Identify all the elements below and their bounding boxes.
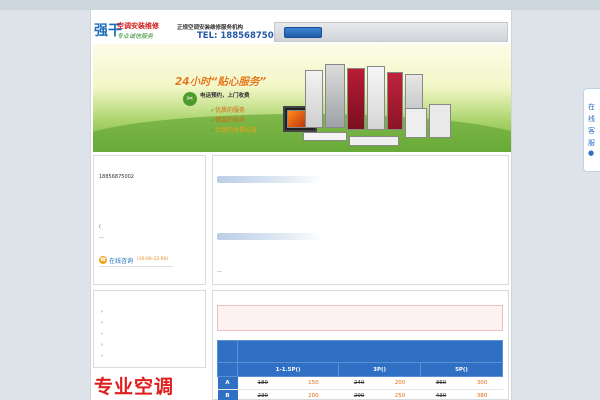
logo-line2: 专业诚信服务 <box>117 33 154 40</box>
service-list-box: › › › › › <box>93 290 206 368</box>
table-corner <box>217 340 238 363</box>
new-price: 250 <box>379 389 421 400</box>
ac-unit-image <box>325 64 345 128</box>
new-price: 300 <box>461 376 503 390</box>
header-phone: TEL: 18856875002 <box>197 31 286 41</box>
ac-unit-image <box>347 68 365 130</box>
old-price: 360 <box>420 376 462 390</box>
promo-text: 专业空调 <box>94 376 175 398</box>
ac-unit-image <box>305 70 323 128</box>
table-header: 1-1.5P() <box>236 362 340 377</box>
new-price: 150 <box>288 376 339 390</box>
split-ac-image <box>303 132 347 141</box>
contact-note: ( <box>99 224 101 230</box>
washer-image <box>405 108 427 138</box>
logo-line1: 空调安装维修 <box>117 22 159 30</box>
ac-unit-image <box>367 66 385 130</box>
online-service-label: 在线客服 <box>588 103 595 147</box>
old-price: 230 <box>237 389 289 400</box>
split-ac-image <box>349 136 399 146</box>
nav-bar <box>274 22 508 42</box>
header-slogan: 正规空调安装维修服务机构 <box>177 25 244 31</box>
old-price: 430 <box>420 389 462 400</box>
chat-icon: ● <box>588 149 595 157</box>
news-ellipsis: ... <box>217 268 222 274</box>
table-row: A 180 150 240 200 360 300 <box>217 376 503 390</box>
price-table: 1-1.5P() 3P() 5P() A 180 150 240 200 360… <box>217 340 503 400</box>
price-box: 1-1.5P() 3P() 5P() A 180 150 240 200 360… <box>212 290 509 400</box>
list-item[interactable]: › <box>101 331 103 342</box>
online-service-tab[interactable]: 在线客服 ● <box>583 88 600 172</box>
news-box: ... <box>212 155 509 285</box>
banner-title: 24小时“贴心服务” <box>175 76 267 88</box>
table-top-header <box>237 340 503 363</box>
online-consult-link[interactable]: ☎ 在线咨询 (10:00-22:00) <box>99 255 173 267</box>
notice-box <box>217 305 503 331</box>
row-key: B <box>217 389 238 400</box>
news-heading-bar[interactable] <box>217 176 323 183</box>
banner-subtitle: 电话预约，上门收费 <box>200 93 250 99</box>
ac-unit-image <box>387 72 403 130</box>
hero-banner: 24小时“贴心服务” ✂ 电话预约，上门收费 优质的服务 精湛的技术 合理的收费… <box>93 44 511 152</box>
headset-icon: ☎ <box>99 256 107 264</box>
new-price: 380 <box>461 389 503 400</box>
table-row: B 230 200 290 250 430 380 <box>217 389 503 400</box>
banner-feature: 精湛的技术 <box>210 116 257 126</box>
list-item[interactable]: › <box>101 342 103 353</box>
wrench-icon: ✂ <box>183 92 197 106</box>
nav-home-button[interactable] <box>284 27 322 38</box>
row-key: A <box>217 376 238 390</box>
old-price: 180 <box>237 376 289 390</box>
banner-feature-list: 优质的服务 精湛的技术 合理的收费标准 <box>210 106 257 136</box>
page-container: 强干 空调安装维修 专业诚信服务 正规空调安装维修服务机构 TEL: 18856… <box>90 10 512 400</box>
list-item[interactable]: › <box>101 320 103 331</box>
site-header: 强干 空调安装维修 专业诚信服务 正规空调安装维修服务机构 TEL: 18856… <box>91 10 511 44</box>
contact-phone: 18856875002 <box>99 174 134 180</box>
washer-image <box>429 104 451 138</box>
table-header: 5P() <box>420 362 503 377</box>
service-list: › › › › › <box>101 309 103 364</box>
table-header <box>217 362 238 377</box>
list-item[interactable]: › <box>101 309 103 320</box>
browser-topbar <box>0 0 600 10</box>
old-price: 290 <box>338 389 380 400</box>
banner-feature: 优质的服务 <box>210 106 257 116</box>
new-price: 200 <box>379 376 421 390</box>
old-price: 240 <box>338 376 380 390</box>
news-heading-bar[interactable] <box>217 233 323 240</box>
banner-feature: 合理的收费标准 <box>210 126 257 136</box>
list-item[interactable]: › <box>101 353 103 364</box>
promo-banner[interactable]: 专业空调 <box>94 370 207 400</box>
online-consult-hours: (10:00-22:00) <box>137 257 169 262</box>
contact-ellipsis: ... <box>99 234 104 240</box>
new-price: 200 <box>288 389 339 400</box>
contact-box: 18856875002 ( ... ☎ 在线咨询 (10:00-22:00) <box>93 155 206 285</box>
online-consult-label: 在线咨询 <box>109 258 134 265</box>
table-header: 3P() <box>338 362 422 377</box>
